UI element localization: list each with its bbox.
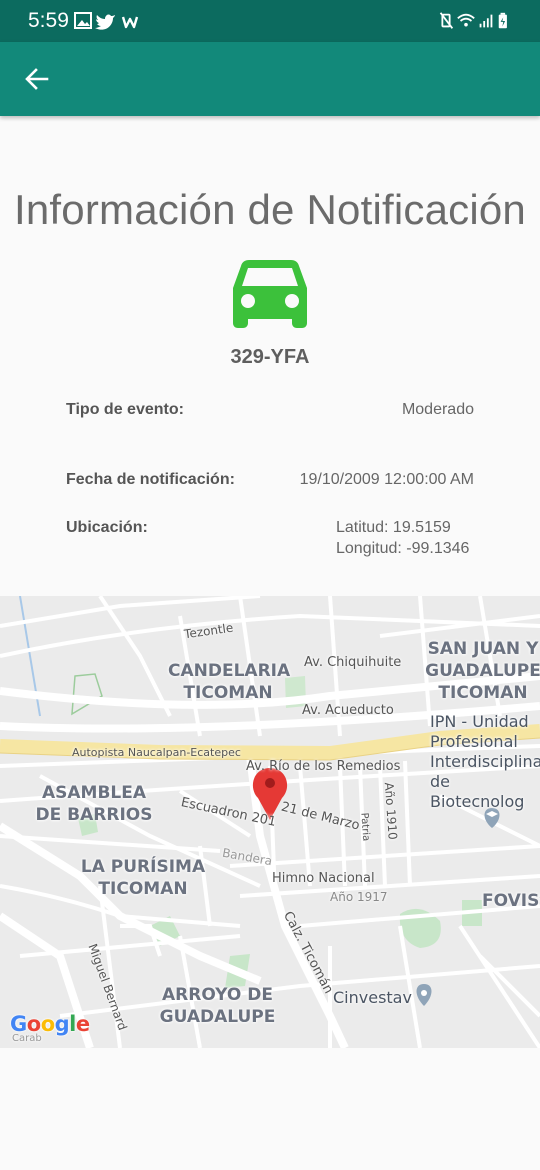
neighborhood-arroyo: ARROYO DE GUADALUPE — [159, 985, 276, 1027]
event-type-label: Tipo de evento: — [66, 401, 184, 418]
vehicle-plate: 329-YFA — [230, 346, 310, 368]
app-bar — [0, 42, 540, 116]
latitude-value: Latitud: 19.5159 — [336, 519, 451, 536]
coordinates: Latitud: 19.5159 Longitud: -99.1346 — [336, 517, 469, 559]
street-patria: Patria — [358, 812, 372, 842]
notification-date-label: Fecha de notificación: — [66, 471, 235, 488]
arrow-left-icon — [25, 68, 49, 90]
street-chiquihuite: Av. Chiquihuite — [304, 655, 402, 670]
street-himno-nacional: Himno Nacional — [272, 871, 375, 886]
status-right-icons — [439, 12, 507, 29]
poi-cinvestav: Cinvestav — [333, 988, 412, 1007]
page-title: Información de Notificación — [14, 186, 526, 233]
neighborhood-candelaria: CANDELARIA TICOMAN — [168, 661, 291, 703]
poi-ipn: IPN - Unidad Profesional Interdisciplina… — [430, 712, 540, 811]
map-view[interactable]: CANDELARIA TICOMAN SAN JUAN Y GUADALUPE … — [0, 596, 540, 1048]
longitude-value: Longitud: -99.1346 — [336, 540, 470, 557]
car-icon — [233, 260, 307, 328]
back-button[interactable] — [14, 56, 60, 102]
street-ano-1917: Año 1917 — [330, 890, 388, 904]
street-autopista: Autopista Naucalpan-Ecatepec — [72, 746, 241, 759]
vibrate-mute-icon — [439, 12, 454, 29]
google-logo: Google — [10, 1012, 90, 1036]
signal-icon — [479, 14, 493, 28]
twitter-icon — [95, 14, 115, 30]
status-left-icons — [74, 12, 139, 30]
notification-date-value: 19/10/2009 12:00:00 AM — [299, 471, 474, 488]
image-icon — [74, 12, 92, 29]
battery-charging-icon — [498, 12, 507, 29]
street-remedios: Av. Río de los Remedios — [246, 759, 401, 774]
neighborhood-asamblea: ASAMBLEA DE BARRIOS — [35, 783, 153, 825]
neighborhood-san-juan: SAN JUAN Y GUADALUPE TICOMAN — [425, 639, 540, 703]
status-bar: 5:59 — [0, 0, 540, 42]
location-label: Ubicación: — [66, 519, 148, 536]
street-acueducto: Av. Acueducto — [302, 703, 394, 718]
neighborhood-purisima: LA PURÍSIMA TICOMAN — [80, 857, 206, 899]
neighborhood-fovissste: FOVISS — [482, 891, 540, 911]
wifi-icon — [457, 13, 475, 27]
event-type-value: Moderado — [401, 401, 474, 418]
status-time: 5:59 — [28, 9, 69, 32]
w-app-icon — [121, 16, 139, 29]
